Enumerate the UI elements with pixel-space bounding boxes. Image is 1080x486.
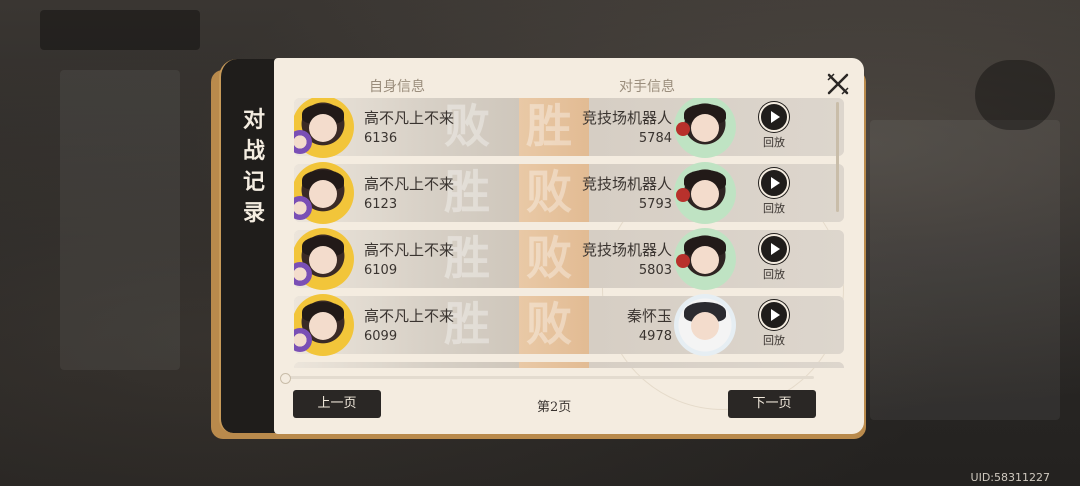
page-indicator: 第2页	[537, 400, 572, 415]
self-name: 高不凡上不来	[364, 241, 455, 259]
opponent-avatar	[674, 98, 736, 158]
opponent-score: 4978	[638, 329, 672, 344]
opponent-avatar	[674, 294, 736, 356]
result-mark-right: 败	[526, 165, 572, 219]
self-name: 高不凡上不来	[364, 109, 455, 127]
scrollbar-thumb[interactable]	[836, 102, 839, 212]
record-row: 胜 败 高不凡上不来 6109 竞技场机器人 5803 回放	[294, 228, 844, 290]
opponent-avatar	[674, 162, 736, 224]
dialog-title: 对战记录	[242, 107, 265, 226]
replay-label: 回放	[763, 202, 785, 215]
play-icon	[759, 234, 789, 264]
opponent-score: 5793	[638, 197, 672, 212]
vertical-scrollbar[interactable]	[836, 102, 839, 212]
play-icon	[759, 168, 789, 198]
record-panel: 自身信息 对手信息 败 胜 高不凡上不来 6136 竞技场机器人 5784 回放…	[274, 58, 864, 434]
background-panel	[60, 70, 180, 370]
horizontal-scrollbar[interactable]	[280, 373, 814, 384]
row-opponent-section	[589, 362, 844, 368]
self-score: 6109	[364, 263, 398, 278]
self-score: 6136	[364, 131, 398, 146]
uid-label: UID:58311227	[970, 471, 1050, 484]
battle-record-dialog: 对战记录 自身信息 对手信息 败 胜 高不凡上不来 6136 竞技场机器人 57…	[211, 55, 866, 439]
self-score: 6123	[364, 197, 398, 212]
replay-button[interactable]: 回放	[754, 102, 794, 150]
play-icon	[759, 300, 789, 330]
opponent-name: 竞技场机器人	[581, 175, 672, 193]
prev-page-button[interactable]: 上一页	[293, 390, 381, 418]
replay-label: 回放	[763, 334, 785, 347]
result-mark-right: 败	[526, 297, 572, 351]
close-icon	[827, 73, 849, 95]
row-self-section	[294, 362, 519, 368]
background-panel	[40, 10, 200, 50]
play-icon	[759, 102, 789, 132]
replay-label: 回放	[763, 268, 785, 281]
opponent-name: 竞技场机器人	[581, 109, 672, 127]
replay-label: 回放	[763, 136, 785, 149]
result-mark-right: 败	[526, 231, 572, 285]
replay-button[interactable]: 回放	[754, 300, 794, 348]
result-mark-right: 胜	[526, 99, 572, 153]
close-button[interactable]	[822, 68, 854, 100]
opponent-score: 5803	[638, 263, 672, 278]
background-panel	[975, 60, 1055, 130]
record-list[interactable]: 败 胜 高不凡上不来 6136 竞技场机器人 5784 回放 胜 败 高不凡上不…	[294, 98, 844, 368]
record-row: 胜 败 高不凡上不来 6099 秦怀玉 4978 回放	[294, 294, 844, 356]
record-row: 胜 败 高不凡上不来 6123 竞技场机器人 5793 回放	[294, 162, 844, 224]
opponent-avatar	[674, 228, 736, 290]
replay-button[interactable]: 回放	[754, 234, 794, 282]
self-info-header: 自身信息	[369, 79, 425, 95]
next-page-button[interactable]: 下一页	[728, 390, 816, 418]
row-result-band	[519, 362, 589, 368]
replay-button[interactable]: 回放	[754, 168, 794, 216]
opponent-score: 5784	[638, 131, 672, 146]
self-score: 6099	[364, 329, 398, 344]
self-avatar	[294, 228, 354, 290]
opponent-name: 秦怀玉	[626, 307, 672, 325]
scrollbar-knob[interactable]	[280, 373, 291, 384]
opponent-info-header: 对手信息	[619, 79, 675, 95]
record-row: 败 胜 高不凡上不来 6136 竞技场机器人 5784 回放	[294, 98, 844, 158]
self-name: 高不凡上不来	[364, 307, 455, 325]
self-avatar	[294, 162, 354, 224]
record-row-partial	[294, 362, 844, 368]
self-avatar	[294, 294, 354, 356]
self-name: 高不凡上不来	[364, 175, 455, 193]
background-panel	[870, 120, 1060, 420]
opponent-name: 竞技场机器人	[581, 241, 672, 259]
